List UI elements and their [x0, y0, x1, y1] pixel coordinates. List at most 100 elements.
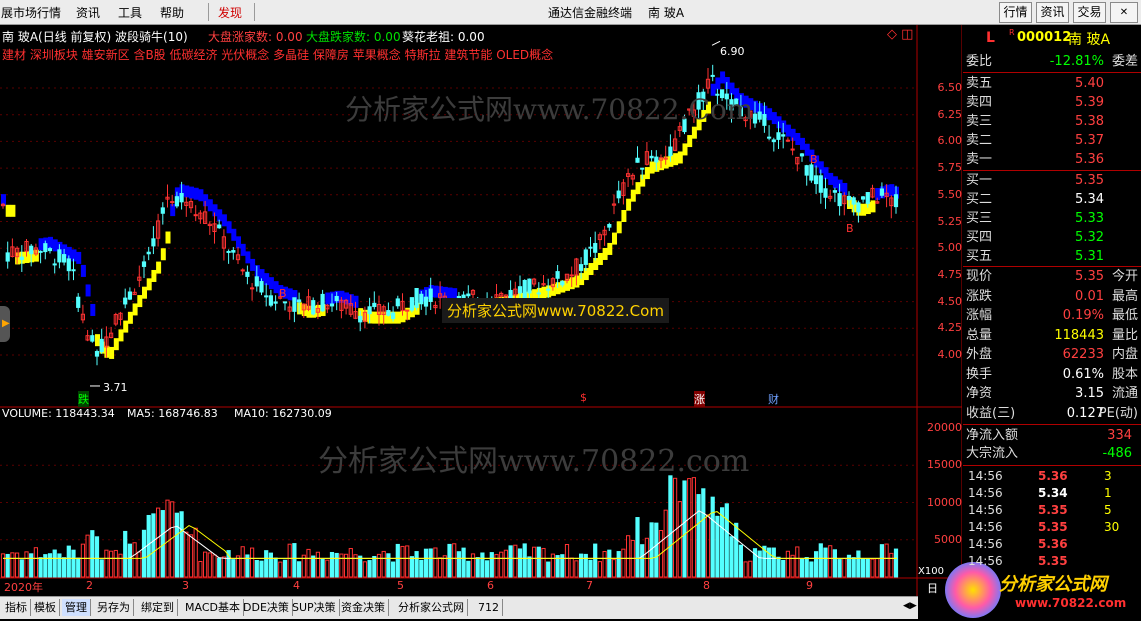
trend-band-segment — [142, 286, 147, 299]
trend-band-segment — [109, 346, 115, 359]
volume-bar — [851, 557, 856, 578]
trend-band-segment — [207, 199, 213, 212]
ask-row: 卖一 5.36 — [966, 150, 1138, 169]
trend-band-segment — [612, 232, 617, 245]
candle-body — [320, 293, 325, 312]
tab-capital[interactable]: 资金决策 — [338, 599, 389, 616]
ask-row: 卖二 5.37 — [966, 131, 1138, 150]
menu-tools[interactable]: 工具 — [118, 4, 142, 21]
tab-indicator[interactable]: 指标 — [2, 599, 31, 616]
event-tag-finance[interactable]: 财 — [768, 391, 779, 407]
tab-manage[interactable]: 管理 — [62, 599, 91, 616]
menu-divider — [208, 3, 209, 21]
candle-body — [231, 250, 236, 253]
volume-bar — [52, 549, 57, 578]
news-tab-button[interactable]: 资讯 — [1036, 2, 1069, 23]
menu-market[interactable]: 展市场行情 — [1, 4, 61, 21]
scroll-arrows-icon[interactable]: ◀▶ — [903, 601, 917, 611]
tick-row: 14:56 5.35 30 — [968, 519, 1138, 536]
ask-row: 卖五 5.40 — [966, 74, 1138, 93]
price-tick: 5.50 — [937, 187, 963, 201]
candle-body — [757, 111, 762, 120]
stat-row: 现价 5.35 今开 — [966, 267, 1138, 286]
menu-help[interactable]: 帮助 — [160, 4, 184, 21]
trend-band-segment — [189, 186, 194, 199]
date-tick: 2 — [86, 579, 93, 592]
window-controls-icon[interactable]: ✕ — [1110, 2, 1138, 23]
volume-bar — [701, 488, 706, 578]
flow-value: -486 — [1102, 446, 1132, 461]
volume-bar — [738, 544, 743, 578]
tab-sup[interactable]: SUP决策 — [289, 599, 340, 616]
volume-bar — [837, 559, 842, 578]
chart-mode-icons[interactable]: ◇ ◫ — [887, 27, 913, 42]
menu-news[interactable]: 资讯 — [76, 4, 100, 21]
bid-label: 买二 — [966, 192, 993, 207]
buy-mark: B — [810, 153, 818, 166]
trend-band-segment — [602, 247, 608, 260]
trend-band-segment — [146, 278, 152, 291]
trend-band-segment — [95, 334, 100, 347]
candle-body — [851, 197, 856, 205]
trend-band-segment — [823, 167, 829, 180]
volume-bar — [320, 558, 325, 578]
stock-chart-title: 南 玻A(日线 前复权) 波段骑牛(10) — [2, 30, 188, 44]
stat-label: 净资 — [966, 386, 993, 401]
tick-row: 14:56 5.35 5 — [968, 502, 1138, 519]
concept-tags[interactable]: 建材 深圳板块 雄安新区 含B股 低碳经济 光伏概念 多晶硅 保障房 苹果概念 … — [2, 46, 553, 63]
ask-label: 卖四 — [966, 95, 993, 110]
tab-dde[interactable]: DDE决策 — [240, 599, 293, 616]
volume-bar — [696, 494, 701, 578]
tab-macd[interactable]: MACD基本 — [182, 599, 244, 616]
tab-bind-to[interactable]: 绑定到 — [138, 599, 178, 616]
candle-body — [334, 295, 339, 302]
logo-url: www.70822.com — [1015, 596, 1127, 610]
tick-time: 14:56 — [968, 486, 1003, 500]
price-tick: 5.75 — [937, 161, 963, 175]
candle-body — [804, 165, 809, 176]
stat-label: 总量 — [966, 327, 993, 343]
volume-bar — [879, 544, 884, 578]
candle-body — [668, 146, 673, 157]
stat-label: 涨跌 — [966, 288, 993, 304]
menu-discover[interactable]: 发现 — [218, 4, 242, 21]
candle-body — [893, 194, 899, 208]
trend-band-segment — [245, 251, 251, 264]
candle-body — [240, 269, 245, 272]
stat-value: 0.01 — [1075, 288, 1104, 304]
tick-price: 5.36 — [1038, 537, 1068, 551]
event-tag-down[interactable]: 跌 — [78, 391, 89, 407]
candle-body — [517, 286, 523, 294]
tab-fxj[interactable]: 分析家公式网 — [395, 599, 468, 616]
trend-band-segment — [268, 277, 274, 290]
trade-tab-button[interactable]: 交易 — [1073, 2, 1106, 23]
trend-band-segment — [870, 200, 876, 213]
event-tag-dollar[interactable]: $ — [580, 391, 587, 404]
stat-right-label: 今开 — [1111, 269, 1138, 284]
trend-band-segment — [160, 248, 166, 261]
price-tick: 5.25 — [937, 214, 963, 228]
quote-tab-button[interactable]: 行情 — [999, 2, 1032, 23]
trend-band-segment — [217, 209, 223, 222]
trend-band-segment — [165, 231, 171, 244]
candle-body — [292, 297, 297, 312]
trend-band-segment — [193, 187, 199, 200]
trend-band-segment — [287, 288, 293, 301]
volume-bar — [99, 559, 104, 578]
tab-template[interactable]: 模板 — [31, 599, 60, 616]
event-tag-up[interactable]: 涨 — [694, 391, 705, 407]
stat-value: 0.61% — [1062, 366, 1104, 382]
stat-right-label: 最低 — [1111, 308, 1138, 323]
volume-bar — [90, 530, 95, 578]
divider — [963, 465, 1141, 466]
candle-body — [654, 156, 659, 163]
candle-body — [367, 306, 372, 315]
tab-712[interactable]: 712 — [475, 599, 503, 616]
stock-code: 000012 — [1017, 30, 1072, 45]
flow-label: 大宗流入 — [966, 446, 1019, 461]
volume-bar — [428, 548, 433, 578]
candle-body — [254, 276, 259, 287]
tab-save-as[interactable]: 另存为 — [94, 599, 134, 616]
candle-body — [395, 298, 400, 307]
candle-body — [776, 132, 781, 140]
